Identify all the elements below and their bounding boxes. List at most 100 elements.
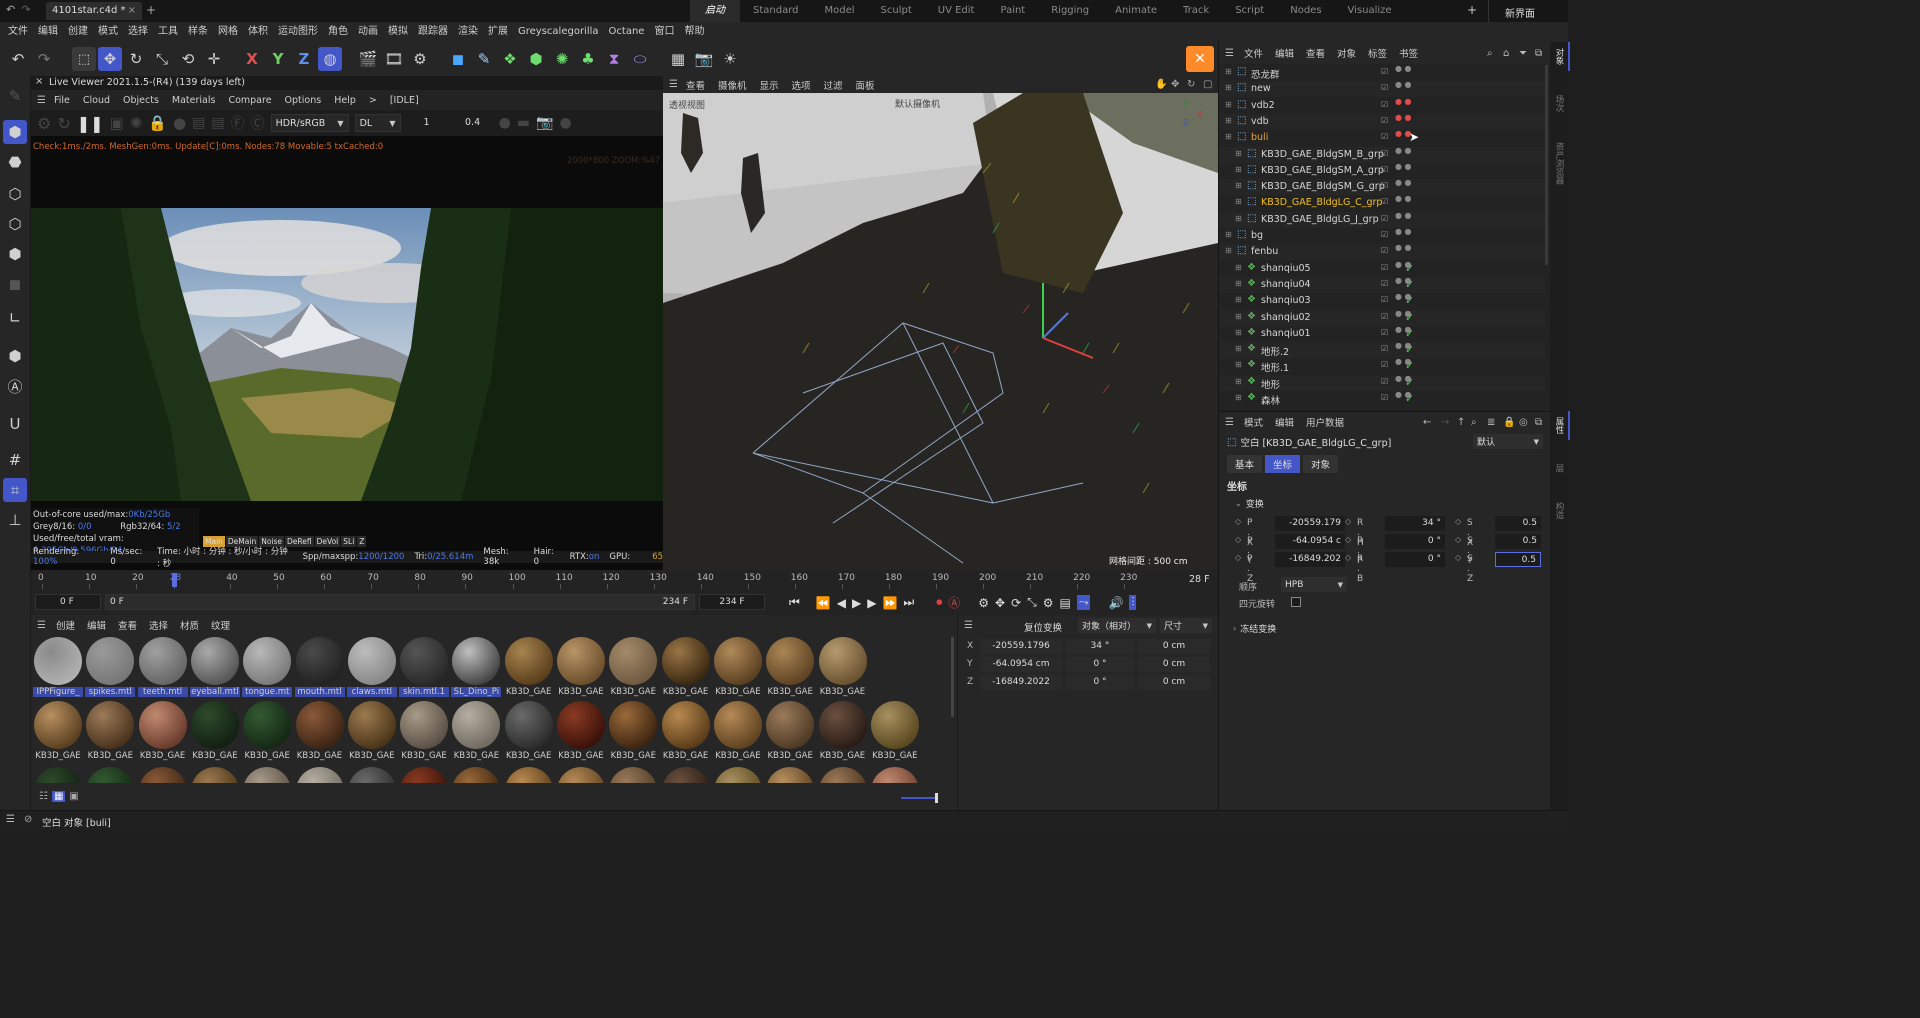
go-start-icon[interactable]: ⏮: [789, 595, 800, 610]
edit-visibility-icon[interactable]: ☑: [1381, 100, 1388, 109]
expand-toggle-icon[interactable]: ⊞: [1235, 214, 1242, 223]
lvmenu-item-0[interactable]: File: [54, 95, 70, 106]
lvmenu-item-6[interactable]: Help: [334, 95, 356, 106]
render-dots-icon[interactable]: ● ●: [1395, 65, 1412, 73]
hamburger-icon[interactable]: ☰: [1225, 48, 1234, 59]
menu-item-9[interactable]: 运动图形: [273, 22, 323, 42]
pause-icon[interactable]: ❚❚: [77, 114, 104, 133]
magnet-button[interactable]: U: [3, 412, 27, 436]
edit-visibility-icon[interactable]: ☑: [1381, 165, 1388, 174]
material-preview-ball[interactable]: [295, 767, 344, 783]
filter-icon[interactable]: ⏷: [1519, 48, 1527, 59]
coord-position-field[interactable]: -16849.2022: [980, 675, 1062, 690]
edit-visibility-icon[interactable]: ☑: [1381, 83, 1388, 92]
vpmenu-item-0[interactable]: 查看: [686, 78, 705, 92]
material-swatch[interactable]: IPPFigure_: [33, 637, 83, 697]
matmenu-item-5[interactable]: 纹理: [211, 618, 230, 632]
matmenu-item-3[interactable]: 选择: [149, 618, 168, 632]
material-preview-ball[interactable]: [766, 767, 815, 783]
material-swatch[interactable]: KB3D_GAE: [765, 637, 815, 697]
expand-toggle-icon[interactable]: ⊞: [1235, 344, 1242, 353]
material-swatch[interactable]: KB3D_GAE: [295, 701, 345, 761]
edit-visibility-icon[interactable]: ☑: [1381, 246, 1388, 255]
menu-item-2[interactable]: 创建: [63, 22, 93, 42]
field-button[interactable]: ⬭: [628, 47, 652, 71]
hamburger-icon[interactable]: ☰: [964, 620, 973, 631]
value-field-1[interactable]: 1: [407, 114, 447, 132]
rotate-key-icon[interactable]: ⟳: [1011, 596, 1021, 610]
edit-visibility-icon[interactable]: ☑: [1381, 263, 1388, 272]
menu-item-3[interactable]: 模式: [93, 22, 123, 42]
enabled-check-icon[interactable]: ✓: [1405, 278, 1414, 291]
material-swatch[interactable]: KB3D_GAE: [190, 701, 240, 761]
back-arrow-icon[interactable]: ←: [1423, 417, 1431, 428]
attrmenu-item-2[interactable]: 用户数据: [1306, 415, 1344, 429]
redo-title-icon[interactable]: ↷: [21, 3, 30, 16]
enabled-check-icon[interactable]: ✓: [1405, 343, 1414, 356]
coordinate-system-button[interactable]: ◍: [318, 47, 342, 71]
expand-toggle-icon[interactable]: ⊞: [1225, 100, 1232, 109]
pla-key-icon[interactable]: ▤: [1060, 596, 1071, 610]
material-swatch[interactable]: KB3D_GAE: [870, 701, 920, 761]
matmenu-item-2[interactable]: 查看: [118, 618, 137, 632]
3d-viewport[interactable]: ☰ 查看 摄像机 显示 选项 过滤 面板 ✋ ✥ ↻ ▢ 透视视图 默认摄像机 …: [663, 76, 1218, 570]
objmenu-item-4[interactable]: 标签: [1368, 46, 1387, 60]
coord-rotation-field[interactable]: 0 °: [1066, 675, 1134, 690]
matmenu-item-4[interactable]: 材质: [180, 618, 199, 632]
dock-tab-3[interactable]: 属性: [1550, 410, 1570, 440]
rotate-tool-button[interactable]: ↻: [124, 47, 148, 71]
attribute-tab-2[interactable]: 对象: [1303, 455, 1339, 473]
lvmenu-item-3[interactable]: Materials: [172, 95, 216, 106]
vpmenu-item-1[interactable]: 摄像机: [718, 78, 747, 92]
hamburger-icon[interactable]: ☰: [669, 79, 678, 90]
object-axis-button[interactable]: ⬢: [3, 344, 27, 368]
keyframe-diamond-icon[interactable]: ◇: [1455, 553, 1461, 562]
edit-visibility-icon[interactable]: ☑: [1381, 116, 1388, 125]
enabled-check-icon[interactable]: ✓: [1405, 359, 1414, 372]
material-preview-ball[interactable]: [347, 767, 396, 783]
circle-icon[interactable]: ●: [559, 115, 571, 131]
camera-label[interactable]: 默认摄像机: [895, 97, 940, 110]
close-icon[interactable]: ×: [35, 76, 43, 87]
object-scrollbar[interactable]: [1545, 65, 1548, 265]
material-preview-ball[interactable]: [504, 767, 553, 783]
material-swatch[interactable]: KB3D_GAE: [33, 701, 83, 761]
grid-view-icon[interactable]: ▦: [51, 791, 66, 802]
expand-toggle-icon[interactable]: ⊞: [1225, 132, 1232, 141]
edit-visibility-icon[interactable]: ☑: [1381, 181, 1388, 190]
material-swatch[interactable]: KB3D_GAE: [765, 701, 815, 761]
enabled-check-icon[interactable]: ✓: [1405, 392, 1414, 405]
pass-tab-5[interactable]: SLi: [341, 536, 357, 547]
expand-toggle-icon[interactable]: ⊞: [1235, 360, 1242, 369]
forward-arrow-icon[interactable]: →: [1441, 417, 1449, 428]
material-swatch[interactable]: KB3D_GAE: [661, 701, 711, 761]
cloner-button[interactable]: ✺: [550, 47, 574, 71]
attr-field-value[interactable]: -20559.179: [1275, 516, 1345, 531]
deformer-button[interactable]: ⧗: [602, 47, 626, 71]
material-swatch[interactable]: KB3D_GAE: [451, 701, 501, 761]
object-row[interactable]: ⊞ ❖ shanqiu05 ☑ ● ● ✓: [1219, 260, 1545, 277]
floor-button[interactable]: ▦: [666, 47, 690, 71]
lock-icon[interactable]: 🔒: [1503, 417, 1515, 428]
objmenu-item-1[interactable]: 编辑: [1275, 46, 1294, 60]
material-preview-ball[interactable]: [661, 767, 710, 783]
material-swatch[interactable]: KB3D_GAE: [713, 637, 763, 697]
play-icon[interactable]: ▶: [852, 596, 861, 610]
material-swatch[interactable]: KB3D_GAE: [504, 637, 554, 697]
edit-visibility-icon[interactable]: ☑: [1381, 149, 1388, 158]
object-row[interactable]: ⊞ ⬚ bg ☑ ● ●: [1219, 228, 1545, 244]
edit-visibility-icon[interactable]: ☑: [1381, 230, 1388, 239]
x-axis-button[interactable]: X: [240, 47, 264, 71]
vpmenu-item-5[interactable]: 面板: [856, 78, 875, 92]
pan-icon[interactable]: ✋: [1155, 79, 1167, 90]
object-row[interactable]: ⊞ ❖ shanqiu03 ☑ ● ● ✓: [1219, 293, 1545, 309]
hamburger-icon[interactable]: ☰: [6, 814, 15, 825]
close-tab-icon[interactable]: ×: [128, 2, 136, 20]
move-view-icon[interactable]: ✥: [1171, 79, 1179, 90]
attr-field-value[interactable]: 0 °: [1385, 552, 1445, 567]
material-swatch[interactable]: KB3D_GAE: [138, 701, 188, 761]
select-tool-button[interactable]: ⬚: [72, 47, 96, 71]
expand-toggle-icon[interactable]: ⊞: [1225, 246, 1232, 255]
keyframe-diamond-icon[interactable]: ◇: [1345, 553, 1351, 562]
render-dots-icon[interactable]: ● ●: [1395, 146, 1412, 155]
